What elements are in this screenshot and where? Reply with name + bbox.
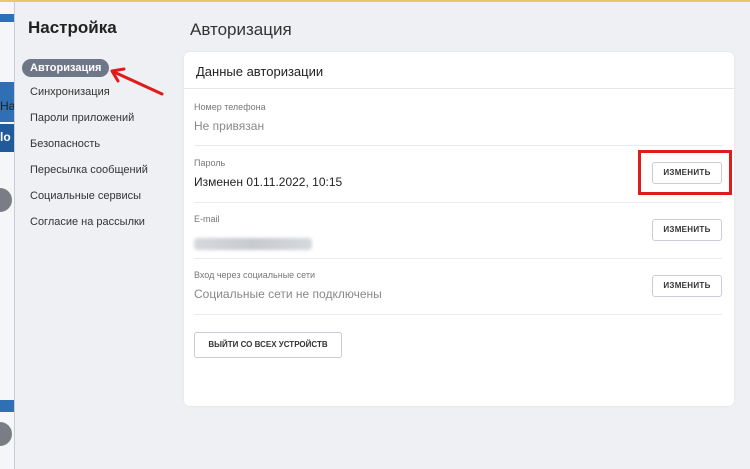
email-row: E-mail ИЗМЕНИТЬ: [194, 214, 722, 258]
divider: [194, 314, 722, 315]
nav-item-social-services[interactable]: Социальные сервисы: [22, 189, 148, 215]
avatar-icon: [0, 188, 12, 212]
password-label: Пароль: [194, 158, 226, 168]
email-value-blurred: [194, 238, 312, 250]
settings-title: Настройка: [28, 18, 117, 37]
nav-item-mailing-consent[interactable]: Согласие на рассылки: [22, 215, 148, 241]
password-value: Изменен 01.11.2022, 10:15: [194, 175, 343, 189]
nav-item-forwarding[interactable]: Пересылка сообщений: [22, 163, 148, 189]
top-strip: [0, 0, 750, 2]
nav-item-authorization[interactable]: Авторизация: [22, 59, 110, 77]
phone-value: Не привязан: [194, 119, 265, 133]
email-label: E-mail: [194, 214, 220, 224]
annotation-arrow-icon: [110, 67, 164, 96]
card-header: Данные авторизации: [196, 64, 324, 79]
social-row: Вход через социальные сети Социальные се…: [194, 270, 722, 314]
nav-item-app-passwords[interactable]: Пароли приложений: [22, 111, 148, 137]
bg-band: [0, 400, 14, 412]
divider: [184, 88, 734, 89]
background-window-fragment: На lo: [0, 2, 15, 469]
social-label: Вход через социальные сети: [194, 270, 316, 280]
bg-text: lo: [0, 130, 11, 144]
change-social-button[interactable]: ИЗМЕНИТЬ: [652, 275, 722, 297]
nav-item-security[interactable]: Безопасность: [22, 137, 148, 163]
phone-row: Номер телефона Не привязан: [194, 102, 722, 146]
change-email-button[interactable]: ИЗМЕНИТЬ: [652, 219, 722, 241]
divider: [194, 202, 722, 203]
divider: [194, 145, 722, 146]
auth-card: Данные авторизации Номер телефона Не при…: [184, 52, 734, 406]
bg-text: На: [0, 99, 15, 113]
avatar-icon: [0, 422, 12, 446]
bg-band: [0, 14, 14, 22]
page-title: Авторизация: [190, 20, 292, 39]
phone-label: Номер телефона: [194, 102, 266, 112]
logout-all-devices-button[interactable]: ВЫЙТИ СО ВСЕХ УСТРОЙСТВ: [194, 332, 342, 358]
annotation-highlight-box: [638, 150, 732, 195]
divider: [194, 258, 722, 259]
social-value: Социальные сети не подключены: [194, 287, 382, 301]
